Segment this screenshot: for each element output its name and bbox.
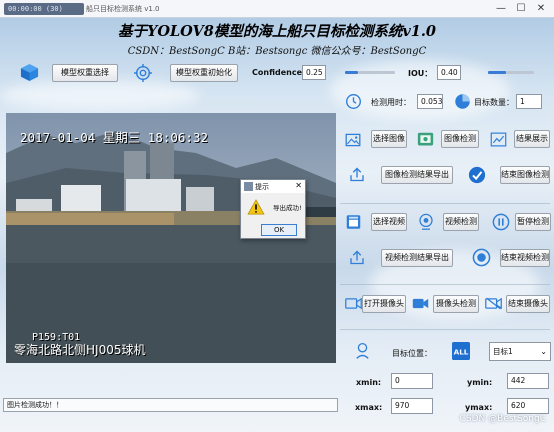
message-dialog: 提示 ✕ 导出成功! OK xyxy=(240,179,306,239)
line-chart-icon xyxy=(490,132,507,147)
ymax-label: ymax: xyxy=(465,403,493,412)
xmin-label: xmin: xyxy=(356,378,382,387)
pause-icon xyxy=(492,213,510,231)
detect-image-button[interactable]: 图像检测 xyxy=(441,130,479,148)
stop-circle-icon xyxy=(472,248,491,267)
window-title: 船只目标检测系统 v1.0 xyxy=(86,5,160,13)
cube-icon xyxy=(20,63,39,82)
export-video-result-button[interactable]: 视频检测结果导出 xyxy=(381,249,453,267)
init-weights-button[interactable]: 模型权重初始化 xyxy=(170,64,238,82)
maximize-button[interactable]: ☐ xyxy=(510,1,532,17)
end-image-detect-button[interactable]: 结束图像检测 xyxy=(500,166,550,184)
divider xyxy=(340,203,550,204)
target-icon xyxy=(134,64,152,82)
xmin-field: 0 xyxy=(391,373,433,389)
video-file-icon xyxy=(346,215,361,229)
iou-input[interactable]: 0.40 xyxy=(437,65,461,80)
camera-off-icon xyxy=(485,297,502,310)
check-circle-icon xyxy=(468,166,486,184)
svg-text:ALL: ALL xyxy=(454,348,469,357)
confidence-slider-fill xyxy=(345,71,358,74)
webcam-icon xyxy=(419,213,433,230)
dialog-header: 提示 ✕ xyxy=(241,180,305,193)
dialog-ok-button[interactable]: OK xyxy=(261,224,297,236)
dialog-title: 提示 xyxy=(255,183,269,191)
dialog-app-icon xyxy=(244,182,253,191)
export-icon xyxy=(350,167,364,182)
target-select[interactable]: 目标1 ⌄ xyxy=(489,342,551,361)
iou-slider[interactable] xyxy=(488,71,534,74)
clock-icon xyxy=(346,94,361,109)
ymax-field: 620 xyxy=(507,398,549,414)
chevron-down-icon: ⌄ xyxy=(540,347,547,356)
video-timestamp: 2017-01-04 星期三 18:06:32 xyxy=(20,130,209,145)
target-select-value: 目标1 xyxy=(493,347,513,356)
end-video-detect-button[interactable]: 结束视频检测 xyxy=(500,249,550,267)
open-camera-button[interactable]: 打开摄像头 xyxy=(362,295,406,313)
video-camera-label: 零海北路北侧HJ005球机 xyxy=(14,343,146,357)
divider xyxy=(340,284,550,285)
app-window: 00:00:00 (30) 船只目标检测系统 v1.0 — ☐ ✕ 基于YOLO… xyxy=(0,0,554,432)
close-camera-button[interactable]: 结束摄像头 xyxy=(506,295,550,313)
window-icon-badge: 00:00:00 (30) xyxy=(4,3,84,15)
page-subtitle: CSDN：BestSongC B站：Bestsongc 微信公众号：BestSo… xyxy=(127,46,427,57)
show-result-button[interactable]: 结果展示 xyxy=(514,130,550,148)
confidence-input[interactable]: 0.25 xyxy=(302,65,326,80)
minimize-button[interactable]: — xyxy=(490,1,512,17)
confidence-slider[interactable] xyxy=(345,71,395,74)
export-video-icon xyxy=(350,250,364,265)
iou-label: IOU： xyxy=(408,69,433,78)
dialog-message: 导出成功! xyxy=(273,204,302,212)
target-position-label: 目标位置： xyxy=(392,349,432,358)
warning-icon xyxy=(247,199,265,215)
select-video-button[interactable]: 选择视频 xyxy=(371,213,407,231)
detect-time-label: 检测用时： xyxy=(371,98,411,107)
confidence-label: Confidence: xyxy=(252,68,306,77)
pie-chart-icon xyxy=(455,94,470,109)
video-camera-icon xyxy=(412,298,429,309)
confidence-slider-track xyxy=(358,71,395,74)
dialog-close-button[interactable]: ✕ xyxy=(295,181,302,190)
export-image-result-button[interactable]: 图像检测结果导出 xyxy=(381,166,453,184)
detect-video-button[interactable]: 视频检测 xyxy=(443,213,479,231)
background-cloud xyxy=(0,80,200,110)
target-count-value: 1 xyxy=(516,94,542,109)
page-title: 基于YOLOV8模型的海上船只目标检测系统v1.0 xyxy=(117,23,437,40)
target-count-label: 目标数量： xyxy=(474,98,514,107)
location-pin-icon xyxy=(356,342,369,359)
fps-readout: 00:00:00 (30) xyxy=(8,5,63,13)
image-detect-icon xyxy=(417,132,434,146)
camera-icon xyxy=(345,297,362,310)
status-bar: 图片检测成功！！ xyxy=(3,398,338,412)
pause-detect-button[interactable]: 暂停检测 xyxy=(515,213,551,231)
select-image-button[interactable]: 选择图像 xyxy=(371,130,407,148)
title-bar: 00:00:00 (30) 船只目标检测系统 v1.0 — ☐ ✕ xyxy=(0,0,554,18)
camera-detect-button[interactable]: 摄像头检测 xyxy=(433,295,479,313)
xmax-field: 970 xyxy=(391,398,433,414)
detect-time-value: 0.053 xyxy=(417,94,443,109)
iou-slider-fill xyxy=(488,71,506,74)
select-weights-button[interactable]: 模型权重选择 xyxy=(52,64,118,82)
iou-slider-track xyxy=(506,71,534,74)
ymin-label: ymin: xyxy=(467,378,493,387)
image-icon xyxy=(345,133,361,147)
all-targets-icon: ALL xyxy=(452,342,470,360)
ymin-field: 442 xyxy=(507,373,549,389)
xmax-label: xmax: xyxy=(355,403,383,412)
close-window-button[interactable]: ✕ xyxy=(530,1,552,17)
divider xyxy=(340,329,550,330)
watermark-text: CSDN @BestSongC xyxy=(459,414,546,424)
